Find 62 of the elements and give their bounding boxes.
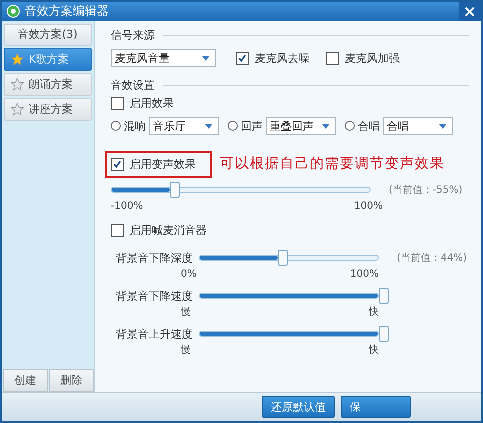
min-label: 0%: [181, 268, 197, 280]
app-logo-icon: [7, 5, 20, 18]
slider-label: 背景音下降深度: [115, 250, 194, 266]
checkbox-label: 麦克风去噪: [255, 50, 310, 66]
dropdown[interactable]: 合唱: [383, 117, 453, 135]
radio-label: 混响: [124, 118, 146, 134]
min-label: 慢: [181, 306, 191, 319]
slider-thumb[interactable]: [379, 326, 389, 342]
slider-label: 背景音下降速度: [115, 288, 194, 304]
dropdown[interactable]: 麦克风音量: [111, 49, 216, 67]
close-button[interactable]: ×: [459, 2, 481, 21]
sidebar-header: 音效方案(3): [4, 24, 92, 46]
star-icon: [11, 53, 24, 66]
caret-icon: [322, 124, 330, 128]
sidebar-button[interactable]: 删除: [49, 369, 94, 392]
scheme-label: 朗诵方案: [29, 77, 73, 92]
sidebar-button[interactable]: 创建: [3, 369, 48, 392]
footer-button[interactable]: 保: [341, 396, 411, 418]
checkbox-label: 麦克风加强: [345, 50, 400, 66]
scheme-label: 讲座方案: [29, 102, 73, 117]
radio-button[interactable]: [111, 121, 121, 131]
slider-label: 背景音上升速度: [115, 326, 194, 342]
scheme-item[interactable]: 朗诵方案: [4, 73, 92, 96]
slider-thumb[interactable]: [170, 182, 180, 198]
star-icon: [11, 78, 24, 91]
slider-thumb[interactable]: [379, 288, 389, 304]
dropdown[interactable]: 重叠回声: [266, 117, 336, 135]
checkbox-label: 启用效果: [130, 96, 174, 111]
checkbox-label: 启用喊麦消音器: [130, 222, 207, 238]
radio-label: 回声: [241, 118, 263, 134]
max-label: 快: [369, 306, 379, 319]
caret-icon: [205, 124, 213, 128]
current-value: (当前值：-55%): [389, 184, 463, 197]
slider[interactable]: [199, 326, 389, 342]
scheme-label: K歌方案: [29, 52, 70, 67]
window-title: 音效方案编辑器: [25, 3, 110, 20]
radio-button[interactable]: [228, 121, 238, 131]
checkbox[interactable]: [326, 52, 339, 64]
radio-label: 合唱: [358, 118, 380, 134]
max-label: 100%: [350, 268, 379, 280]
checkbox[interactable]: [111, 97, 124, 110]
star-icon: [11, 103, 24, 116]
min-label: -100%: [111, 200, 144, 212]
max-label: 100%: [354, 200, 383, 212]
annotation-text: 可以根据自己的需要调节变声效果: [220, 155, 445, 173]
slider-thumb[interactable]: [278, 250, 288, 266]
scheme-item[interactable]: 讲座方案: [4, 98, 92, 121]
checkbox-label: 启用变声效果: [130, 156, 196, 172]
checkbox[interactable]: [111, 224, 124, 236]
radio-button[interactable]: [345, 121, 355, 131]
section-heading: 音效设置: [111, 78, 155, 92]
caret-icon: [439, 124, 447, 128]
current-value: (当前值：44%): [397, 252, 468, 265]
min-label: 慢: [181, 344, 191, 357]
slider[interactable]: [199, 288, 389, 304]
max-label: 快: [369, 344, 379, 357]
checkbox[interactable]: [111, 158, 124, 170]
checkbox[interactable]: [236, 52, 249, 64]
footer-button[interactable]: 还原默认值: [262, 396, 335, 418]
section-heading: 信号来源: [111, 28, 155, 42]
caret-icon: [202, 56, 210, 60]
dropdown[interactable]: 音乐厅: [149, 117, 219, 135]
